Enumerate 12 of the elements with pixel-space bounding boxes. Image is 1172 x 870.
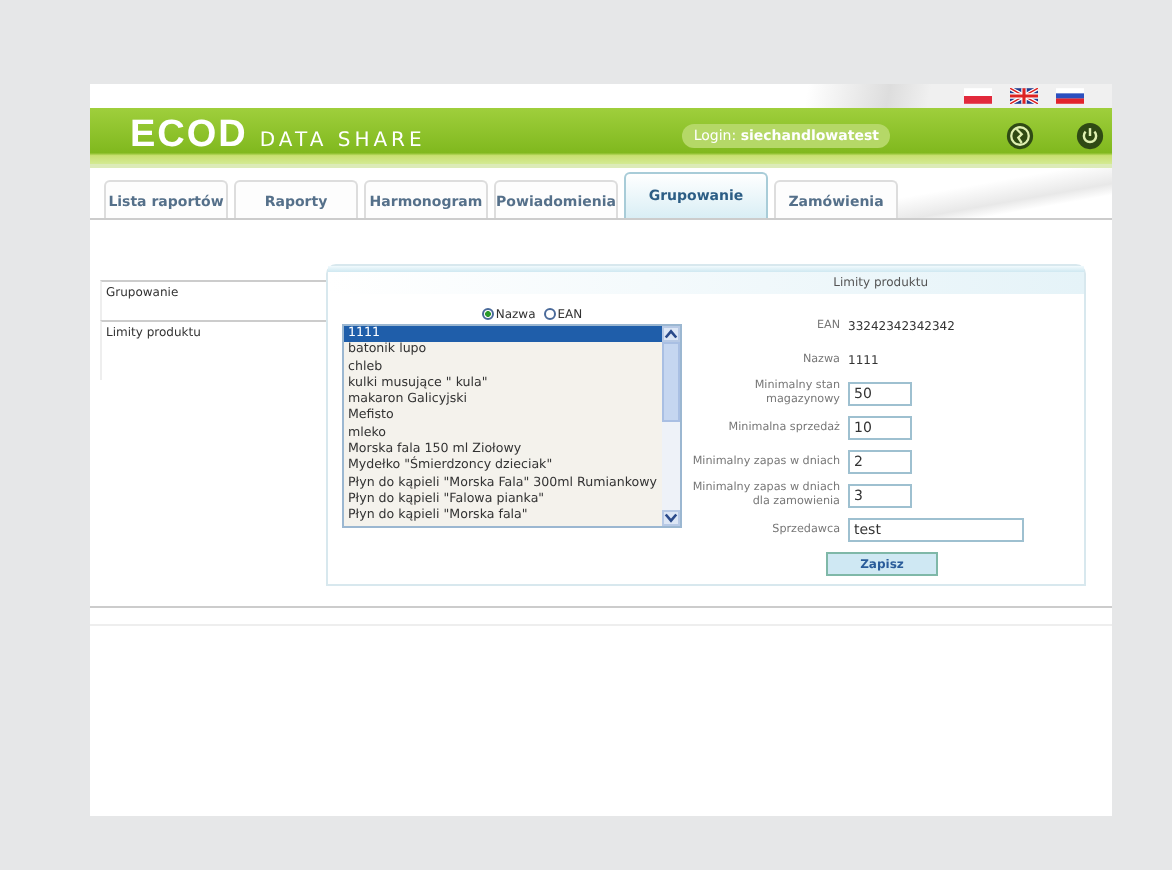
radio-button[interactable] [481,308,494,320]
scroll-down-icon[interactable] [662,510,680,526]
radio-button[interactable] [543,308,556,320]
poland-flag-icon[interactable] [964,88,992,104]
logo: ECOD [130,114,248,158]
product-list[interactable] [342,324,682,528]
scrollbar[interactable] [662,326,680,526]
logo-subtitle: DATA SHARE [259,130,426,152]
power-icon[interactable] [1076,122,1105,150]
scroll-up-icon[interactable] [662,326,680,342]
uk-flag-icon[interactable] [1010,88,1038,104]
russia-flag-icon[interactable] [1056,88,1084,104]
